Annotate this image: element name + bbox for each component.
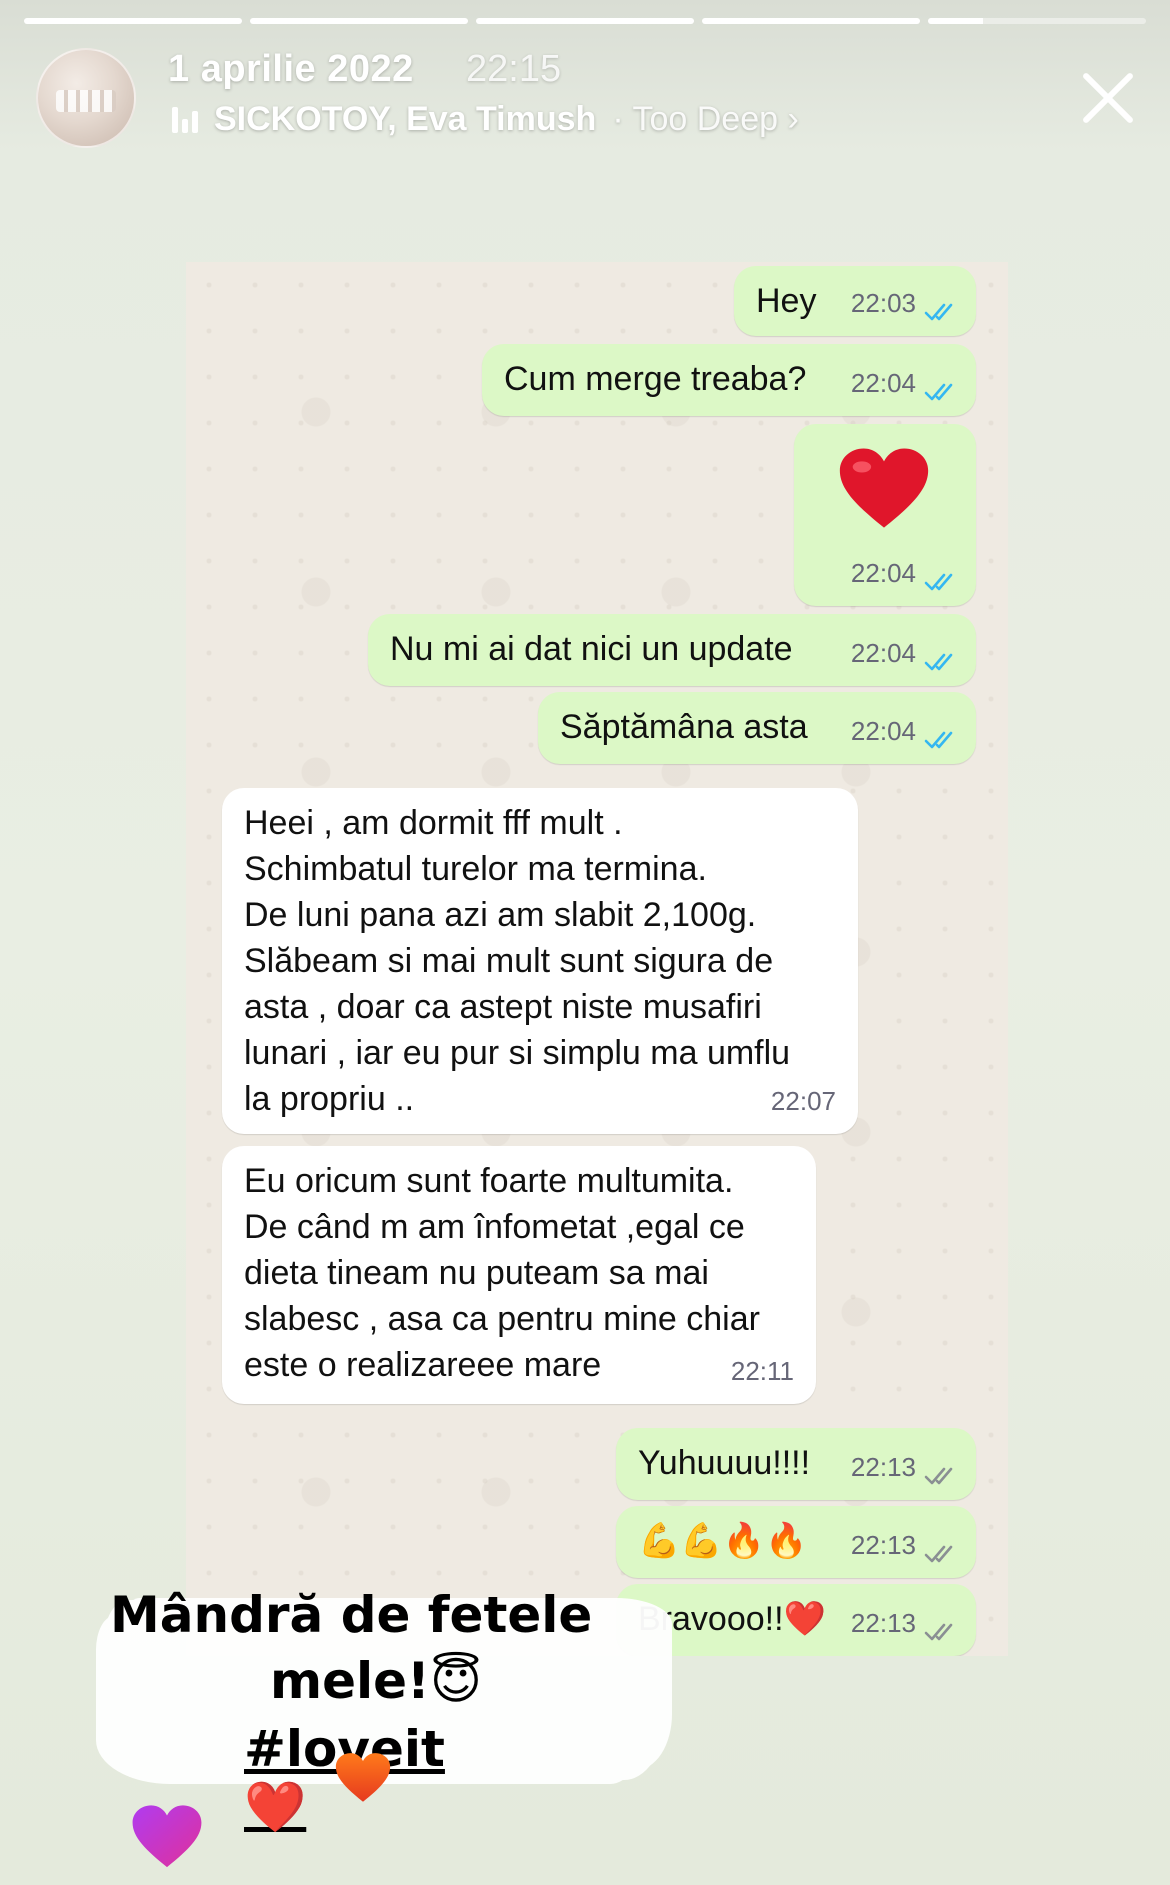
message-text: Hey xyxy=(756,282,817,320)
message-time: 22:07 xyxy=(770,1086,836,1116)
read-ticks-icon xyxy=(924,302,958,322)
read-ticks-icon xyxy=(924,730,958,750)
progress-segment xyxy=(476,18,694,24)
message-time: 22:04 xyxy=(850,368,916,398)
sticker-text-line-1[interactable]: Mândră de fetele xyxy=(110,1586,650,1644)
sent-ticks-icon xyxy=(924,1466,958,1486)
message-text: Săptămâna asta xyxy=(560,708,808,746)
progress-segment xyxy=(702,18,920,24)
story-progress xyxy=(24,18,1146,24)
read-ticks-icon xyxy=(924,572,958,592)
sent-ticks-icon xyxy=(924,1544,958,1564)
chat-screenshot: Hey 22:03 Cum merge treaba? 22:04 22:04 … xyxy=(186,262,1008,1656)
message-bubble: Heei , am dormit fff mult . Schimbatul t… xyxy=(222,788,858,1134)
read-ticks-icon xyxy=(924,652,958,672)
sent-ticks-icon xyxy=(924,1622,958,1642)
message-bubble: Nu mi ai dat nici un update 22:04 xyxy=(368,614,976,686)
message-bubble: Bravooo!!❤️ 22:13 xyxy=(616,1584,976,1656)
message-text: Yuhuuuu!!!! xyxy=(638,1444,811,1482)
message-text: Heei , am dormit fff mult . Schimbatul t… xyxy=(244,804,791,1118)
message-time: 22:04 xyxy=(850,558,916,588)
heart-emoji-icon xyxy=(839,448,929,528)
music-song: · Too Deep › xyxy=(612,100,799,138)
avatar[interactable] xyxy=(36,48,136,148)
message-time: 22:13 xyxy=(850,1608,916,1638)
music-bars-icon xyxy=(172,106,198,133)
message-bubble: Săptămâna asta 22:04 xyxy=(538,692,976,764)
story-time: 22:15 xyxy=(466,48,562,90)
progress-segment xyxy=(250,18,468,24)
music-artists: SICKOTOY, Eva Timush xyxy=(214,100,597,138)
story-date: 1 aprilie 2022 xyxy=(168,48,414,90)
orange-heart-icon xyxy=(335,1753,391,1802)
sticker-text-line-2[interactable]: mele!😇 xyxy=(270,1652,510,1710)
message-time: 22:13 xyxy=(850,1530,916,1560)
music-link[interactable]: SICKOTOY, Eva Timush · Too Deep › xyxy=(172,100,799,139)
message-text: 💪💪🔥🔥 xyxy=(638,1522,808,1560)
message-bubble: Yuhuuuu!!!! 22:13 xyxy=(616,1428,976,1500)
message-time: 22:04 xyxy=(850,638,916,668)
progress-segment xyxy=(928,18,1146,24)
message-bubble: Hey 22:03 xyxy=(734,266,976,336)
message-time: 22:04 xyxy=(850,716,916,746)
message-bubble: Eu oricum sunt foarte multumita. De când… xyxy=(222,1146,816,1404)
message-bubble: 22:04 xyxy=(794,424,976,606)
message-text: Cum merge treaba? xyxy=(504,360,807,398)
progress-segment xyxy=(24,18,242,24)
message-time: 22:13 xyxy=(850,1452,916,1482)
message-text: Bravooo!!❤️ xyxy=(638,1600,826,1638)
message-time: 22:03 xyxy=(850,288,916,318)
message-time: 22:11 xyxy=(730,1356,794,1386)
message-bubble: 💪💪🔥🔥 22:13 xyxy=(616,1506,976,1578)
purple-heart-icon[interactable] xyxy=(130,1804,204,1870)
message-text: Nu mi ai dat nici un update xyxy=(390,630,793,668)
read-ticks-icon xyxy=(924,382,958,402)
close-icon[interactable] xyxy=(1076,66,1140,130)
message-bubble: Cum merge treaba? 22:04 xyxy=(482,344,976,416)
message-text: Eu oricum sunt foarte multumita. De când… xyxy=(244,1162,760,1384)
